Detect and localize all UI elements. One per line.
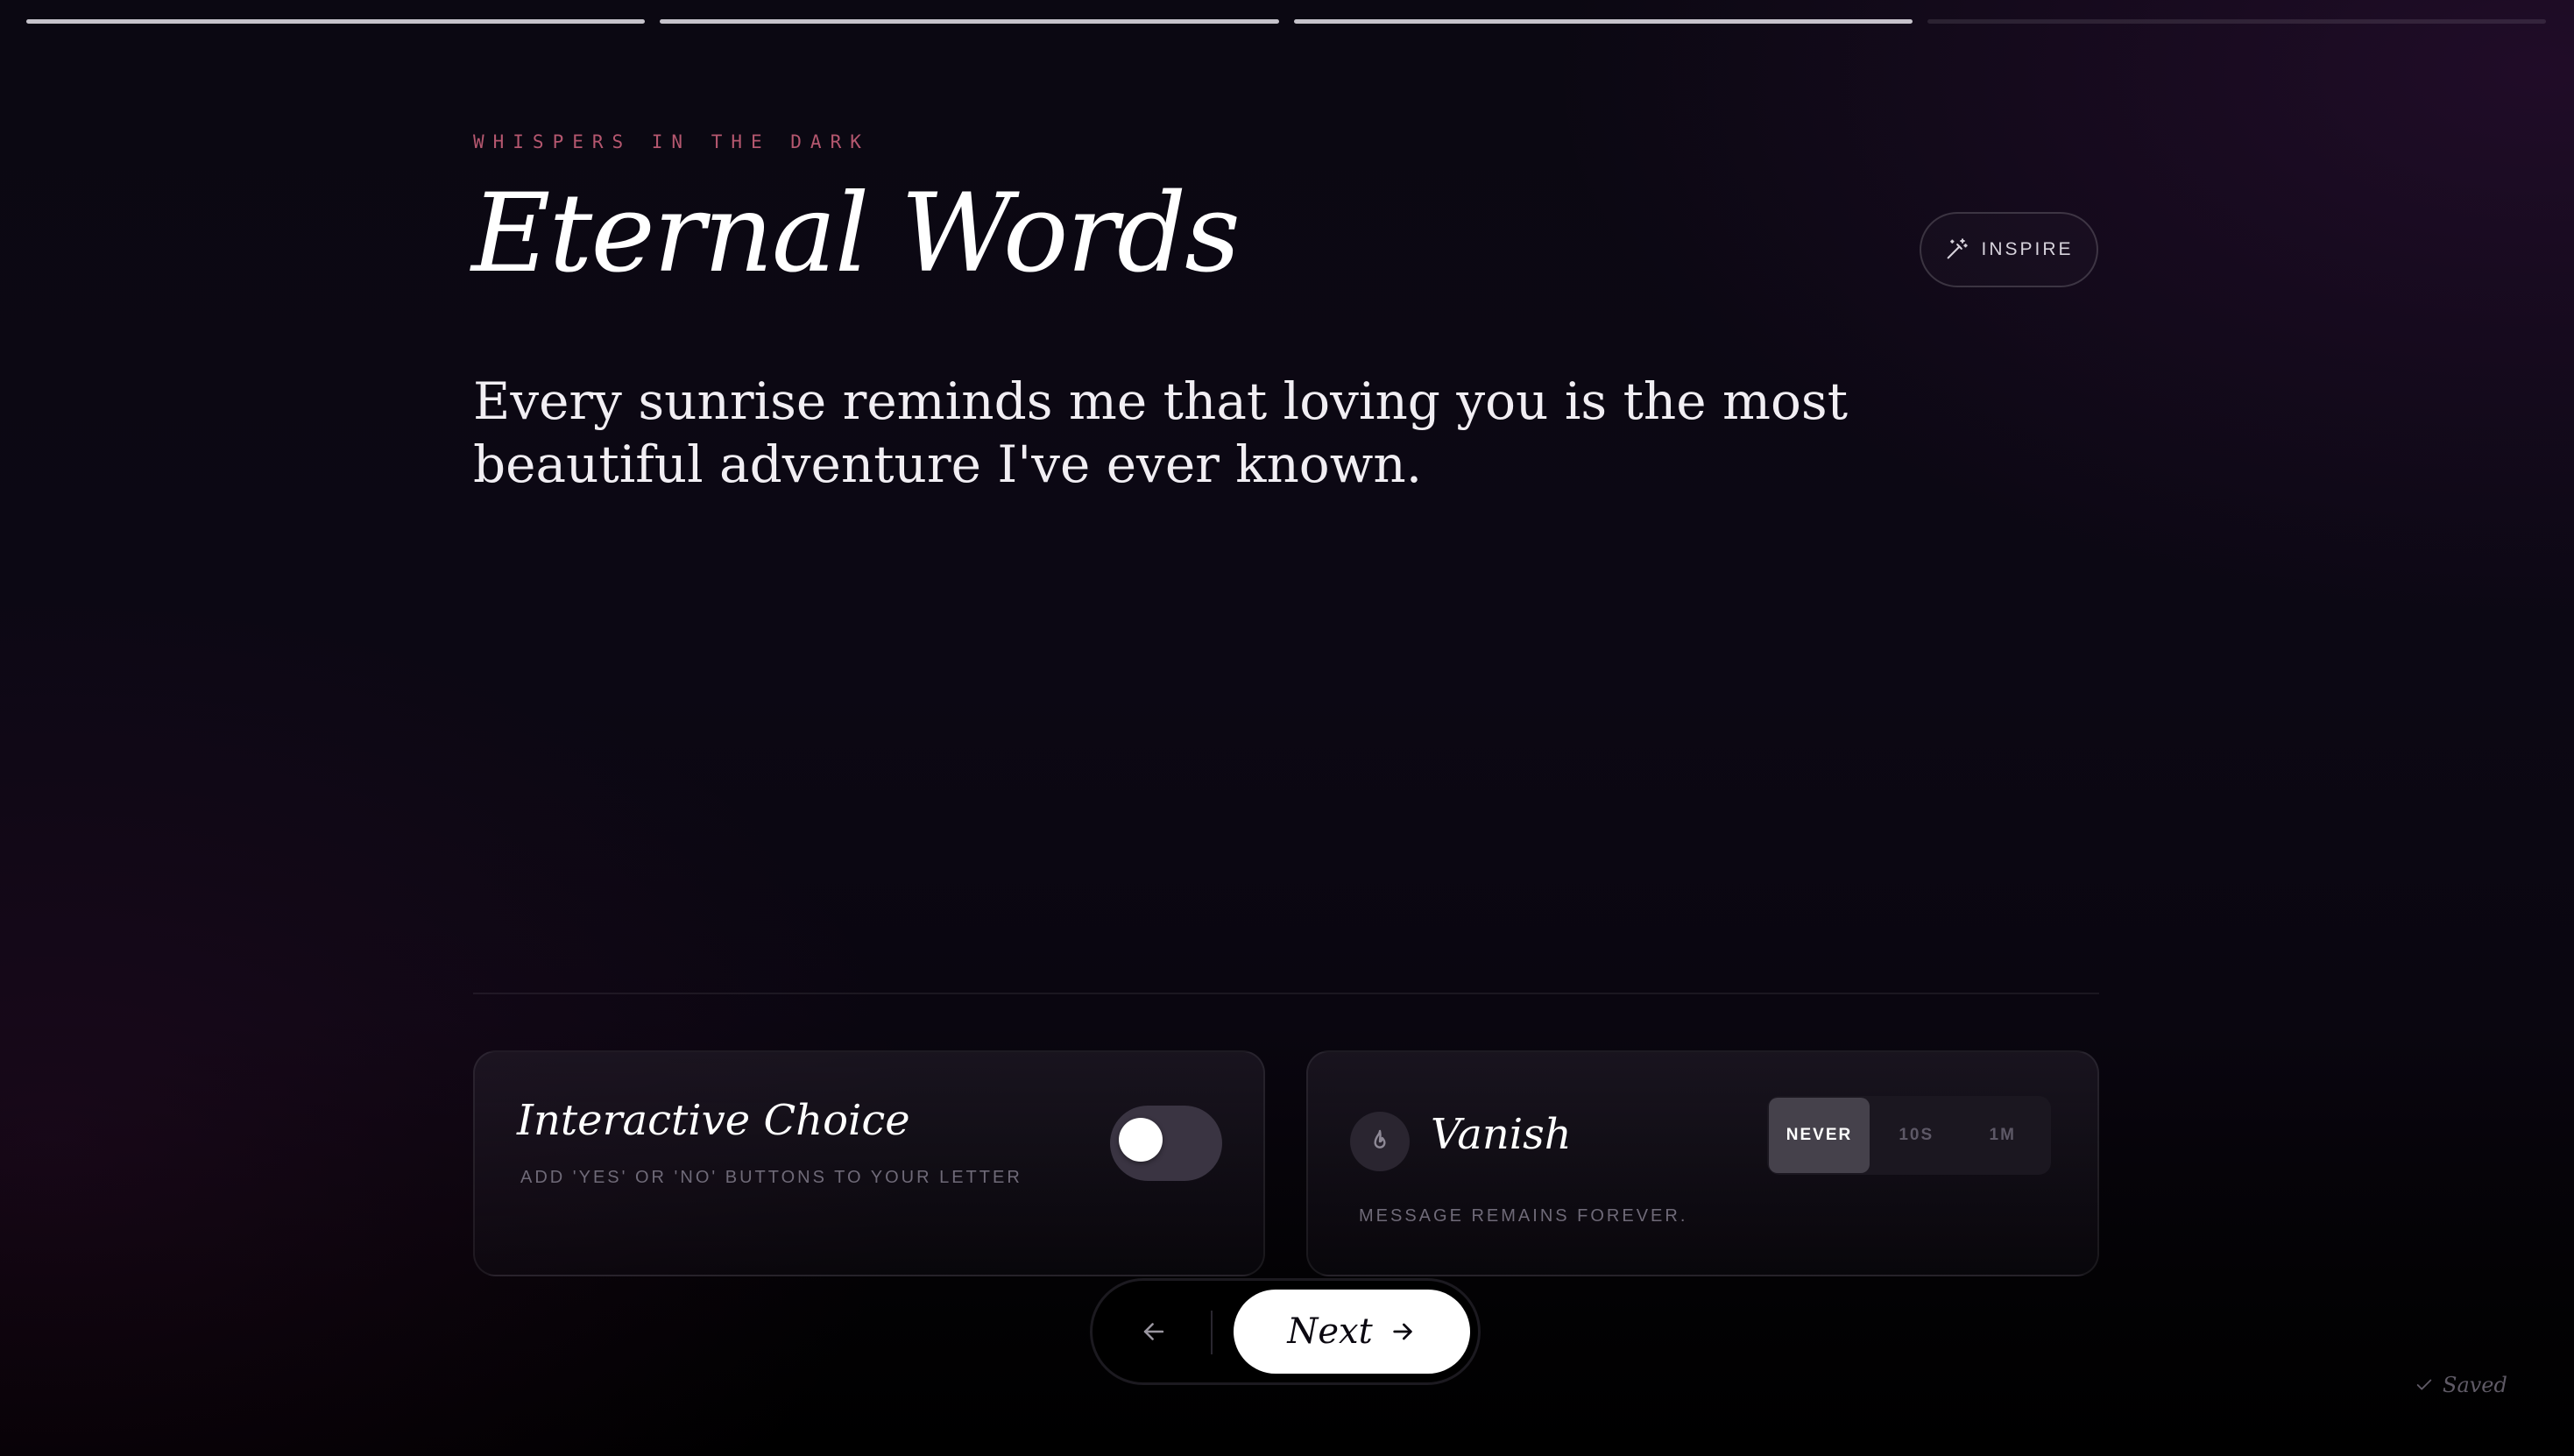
progress-segment-1: [26, 19, 646, 24]
interactive-choice-toggle[interactable]: [1110, 1106, 1222, 1181]
flame-icon-badge: [1350, 1112, 1410, 1171]
saved-indicator: Saved: [2415, 1373, 2507, 1397]
flame-icon: [1374, 1129, 1386, 1149]
arrow-left-icon: [1143, 1323, 1164, 1340]
next-label: Next: [1287, 1311, 1373, 1352]
progress-segment-3: [1293, 19, 1913, 24]
nav-separator: [1211, 1311, 1213, 1354]
toggle-knob: [1119, 1118, 1163, 1162]
next-button[interactable]: Next: [1234, 1290, 1470, 1374]
magic-wand-icon: [1948, 238, 1969, 259]
progress-segment-2: [660, 19, 1279, 24]
eyebrow-label: WHISPERS IN THE DARK: [473, 131, 870, 152]
progress-segment-4: [1927, 19, 2546, 24]
vanish-title: Vanish: [1431, 1110, 1572, 1159]
inspire-button[interactable]: INSPIRE: [1920, 212, 2098, 287]
letter-message-text[interactable]: Every sunrise reminds me that loving you…: [473, 370, 2068, 496]
interactive-choice-description: ADD 'YES' OR 'NO' BUTTONS TO YOUR LETTER: [520, 1168, 1022, 1187]
vanish-description: MESSAGE REMAINS FOREVER.: [1359, 1206, 1688, 1226]
back-button[interactable]: [1126, 1304, 1182, 1360]
step-progress: [26, 19, 2546, 24]
inspire-label: INSPIRE: [1981, 239, 2074, 259]
interactive-choice-card: Interactive Choice ADD 'YES' OR 'NO' BUT…: [473, 1050, 1265, 1276]
vanish-option-10s[interactable]: 10S: [1877, 1098, 1956, 1173]
arrow-right-icon: [1392, 1323, 1412, 1340]
page-title: Eternal Words: [471, 171, 1241, 297]
vanish-option-1m[interactable]: 1M: [1963, 1098, 2043, 1173]
check-icon: [2416, 1379, 2432, 1390]
section-divider: [473, 993, 2099, 994]
vanish-duration-selector: NEVER 10S 1M: [1767, 1096, 2051, 1175]
interactive-choice-title: Interactive Choice: [517, 1096, 910, 1145]
step-navigation: Next: [1090, 1278, 1481, 1385]
saved-label: Saved: [2443, 1373, 2507, 1397]
vanish-option-never[interactable]: NEVER: [1769, 1098, 1870, 1173]
vanish-card: Vanish MESSAGE REMAINS FOREVER. NEVER 10…: [1306, 1050, 2099, 1276]
